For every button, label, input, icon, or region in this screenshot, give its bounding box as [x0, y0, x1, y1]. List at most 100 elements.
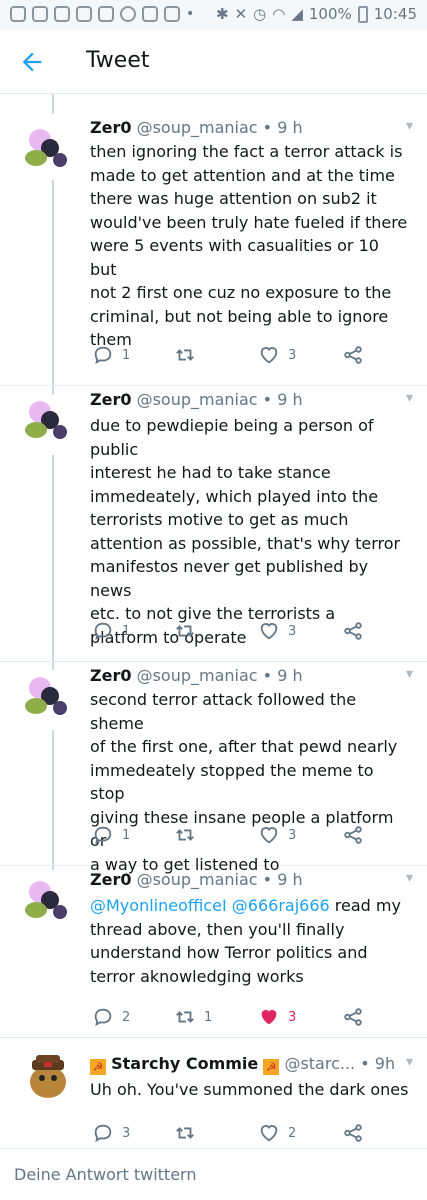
share-button[interactable]	[342, 344, 364, 366]
tweet-actions: 1 3	[92, 344, 392, 368]
tweet[interactable]: Zer0 @soup_maniac • 9 h ▾ then ignoring …	[0, 114, 427, 386]
display-name[interactable]: Zer0	[90, 666, 131, 685]
like-button[interactable]: 3	[258, 1006, 296, 1028]
chevron-down-icon[interactable]: ▾	[406, 666, 413, 682]
tweet-text: Uh oh. You've summoned the dark ones	[90, 1080, 409, 1099]
tweet[interactable]: Zer0 @soup_maniac • 9 h ▾ @Myonlineoffic…	[0, 866, 427, 1038]
signal-icon: ◢	[291, 5, 303, 23]
tweet-actions: 3 2	[92, 1122, 392, 1146]
share-button[interactable]	[342, 1122, 364, 1144]
display-name[interactable]: Zer0	[90, 118, 131, 137]
bluetooth-icon: ✱	[215, 5, 229, 23]
heart-icon	[260, 1125, 278, 1142]
wifi-icon: ◠	[272, 5, 286, 23]
chevron-down-icon[interactable]: ▾	[406, 118, 413, 134]
mute-icon: ✕	[234, 5, 248, 23]
share-icon	[344, 346, 362, 364]
retweet-icon	[176, 625, 194, 637]
reply-composer[interactable]: Deine Antwort twittern	[0, 1148, 427, 1200]
display-name[interactable]: Zer0	[90, 390, 131, 409]
tweet-text: then ignoring the fact a terror attack i…	[90, 142, 408, 349]
share-button[interactable]	[342, 824, 364, 846]
heart-icon	[260, 827, 278, 844]
retweet-button[interactable]	[174, 620, 204, 642]
snapchat-icon	[98, 6, 114, 22]
display-name[interactable]: Zer0	[90, 870, 131, 889]
avatar[interactable]	[22, 874, 74, 926]
retweet-icon	[176, 1127, 194, 1139]
avatar[interactable]	[22, 394, 74, 446]
mention-link[interactable]: @MyonlineofficeI	[90, 896, 227, 915]
like-button[interactable]: 3	[258, 824, 296, 846]
reply-icon	[94, 1124, 112, 1143]
share-icon	[344, 622, 362, 640]
tweet-actions: 1 3	[92, 824, 392, 848]
back-arrow-icon[interactable]	[18, 48, 46, 76]
chevron-down-icon[interactable]: ▾	[406, 390, 413, 406]
timestamp: • 9 h	[262, 666, 303, 685]
image-icon	[142, 6, 158, 22]
retweet-button[interactable]	[174, 1122, 204, 1144]
timestamp: • 9 h	[262, 870, 303, 889]
heart-filled-icon	[261, 1009, 277, 1025]
like-button[interactable]: 3	[258, 344, 296, 366]
tweet[interactable]: Zer0 @soup_maniac • 9 h ▾ second terror …	[0, 662, 427, 874]
mention-link[interactable]: @666raj666	[232, 896, 330, 915]
chevron-down-icon[interactable]: ▾	[406, 1054, 413, 1070]
share-icon	[344, 1008, 362, 1026]
reply-button[interactable]: 1	[92, 344, 130, 366]
tweet[interactable]: Zer0 @soup_maniac • 9 h ▾ due to pewdiep…	[0, 386, 427, 662]
reply-icon	[94, 346, 112, 365]
retweet-button[interactable]	[174, 344, 204, 366]
share-button[interactable]	[342, 1006, 364, 1028]
share-icon	[344, 1124, 362, 1142]
timestamp: • 9 h	[262, 390, 303, 409]
chevron-down-icon[interactable]: ▾	[406, 870, 413, 886]
alarm-icon: ◷	[253, 5, 267, 23]
youtube-icon	[164, 6, 180, 22]
reply-icon	[94, 1008, 112, 1027]
more-dots-icon: •	[186, 6, 195, 22]
retweet-button[interactable]	[174, 824, 204, 846]
reply-input[interactable]: Deine Antwort twittern	[14, 1165, 196, 1184]
account-icon	[120, 6, 136, 22]
like-button[interactable]: 2	[258, 1122, 296, 1144]
reply-icon	[94, 622, 112, 641]
reply-icon	[94, 826, 112, 845]
tweet-actions: 2 1 3	[92, 1006, 392, 1030]
notification-icons: •	[10, 6, 194, 22]
username[interactable]: @starc...	[284, 1054, 355, 1073]
share-button[interactable]	[342, 620, 364, 642]
reply-button[interactable]: 1	[92, 620, 130, 642]
avatar[interactable]	[22, 1050, 74, 1102]
page-title: Tweet	[86, 48, 150, 73]
retweet-icon	[176, 829, 194, 841]
hammer-sickle-icon: ☭	[90, 1059, 106, 1075]
discord-icon	[54, 6, 70, 22]
heart-icon	[260, 347, 278, 364]
status-bar: • ✱ ✕ ◷ ◠ ◢ 100% 10:45	[0, 0, 427, 30]
reply-button[interactable]: 3	[92, 1122, 130, 1144]
tweet-text: due to pewdiepie being a person of publi…	[90, 416, 401, 647]
share-icon	[344, 826, 362, 844]
discord-icon	[76, 6, 92, 22]
username[interactable]: @soup_maniac	[137, 870, 258, 889]
username[interactable]: @soup_maniac	[137, 390, 258, 409]
tweet[interactable]: ☭ Starchy Commie ☭ @starc... • 9h ▾ Uh o…	[0, 1038, 427, 1148]
retweet-button[interactable]: 1	[174, 1006, 212, 1028]
timestamp: • 9 h	[262, 118, 303, 137]
reply-button[interactable]: 1	[92, 824, 130, 846]
retweet-icon	[176, 1011, 194, 1023]
reply-button[interactable]: 2	[92, 1006, 130, 1028]
like-button[interactable]: 3	[258, 620, 296, 642]
retweet-icon	[176, 349, 194, 361]
app-header: Tweet	[0, 30, 427, 94]
username[interactable]: @soup_maniac	[137, 666, 258, 685]
display-name[interactable]: Starchy Commie	[111, 1054, 258, 1073]
avatar[interactable]	[22, 122, 74, 174]
timestamp: • 9h	[360, 1054, 396, 1073]
username[interactable]: @soup_maniac	[137, 118, 258, 137]
heart-icon	[260, 623, 278, 640]
avatar[interactable]	[22, 670, 74, 722]
tweet-text: @MyonlineofficeI @666raj666 read my thre…	[90, 896, 401, 986]
